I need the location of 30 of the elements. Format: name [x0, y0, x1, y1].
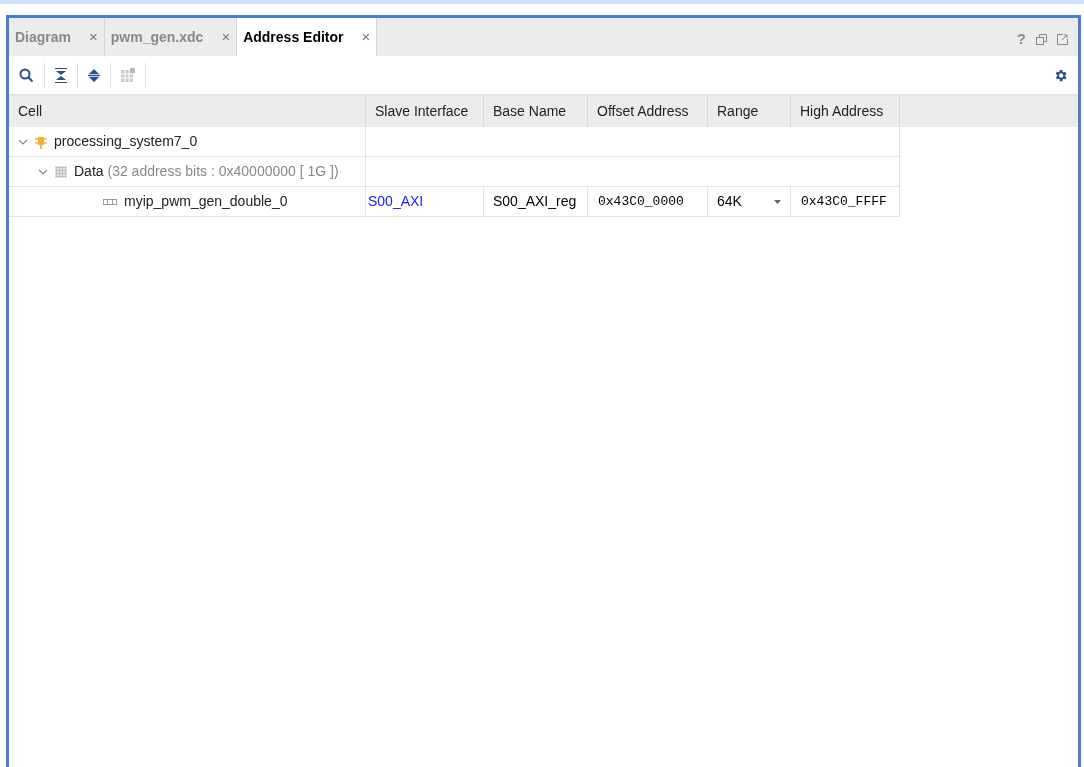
interface-link[interactable]: S00_AXI: [368, 191, 424, 212]
column-header[interactable]: Base Name: [484, 96, 588, 127]
column-header[interactable]: Range: [708, 96, 791, 127]
column-header[interactable]: Slave Interface: [366, 96, 484, 127]
grid-icon: [121, 68, 135, 82]
column-header[interactable]: Offset Address: [588, 96, 708, 127]
cell-label: myip_pwm_gen_double_0: [124, 192, 288, 211]
close-icon[interactable]: ×: [221, 25, 231, 49]
table-cell-text: S00_AXI_reg: [493, 192, 577, 211]
tab[interactable]: Diagram ×: [9, 18, 105, 56]
column-header[interactable]: High Address: [791, 96, 900, 127]
cell-label: Data (32 address bits : 0x40000000 [ 1G ]): [74, 162, 339, 181]
collapse-all-icon[interactable]: [55, 67, 67, 83]
caret-icon: [774, 199, 781, 204]
table-cell-text: 0x43C0_0000: [598, 192, 684, 211]
cell-label: processing_system7_0: [54, 132, 198, 151]
tab[interactable]: Address Editor ×: [237, 18, 378, 56]
close-icon[interactable]: ×: [361, 25, 371, 49]
column-header[interactable]: Cell: [9, 96, 366, 127]
search-icon[interactable]: [19, 67, 34, 83]
chip-icon: [35, 134, 47, 149]
range-dropdown[interactable]: 64K: [708, 187, 791, 216]
grid-icon: [55, 165, 67, 178]
settings-icon[interactable]: [1053, 67, 1068, 83]
port-icon: [103, 198, 117, 205]
float-window-icon[interactable]: [1057, 33, 1068, 45]
close-icon[interactable]: ×: [89, 25, 98, 49]
table-cell-text: 0x43C0_FFFF: [801, 192, 887, 211]
restore-icon[interactable]: [1036, 33, 1047, 45]
expand-all-icon[interactable]: [88, 67, 100, 83]
